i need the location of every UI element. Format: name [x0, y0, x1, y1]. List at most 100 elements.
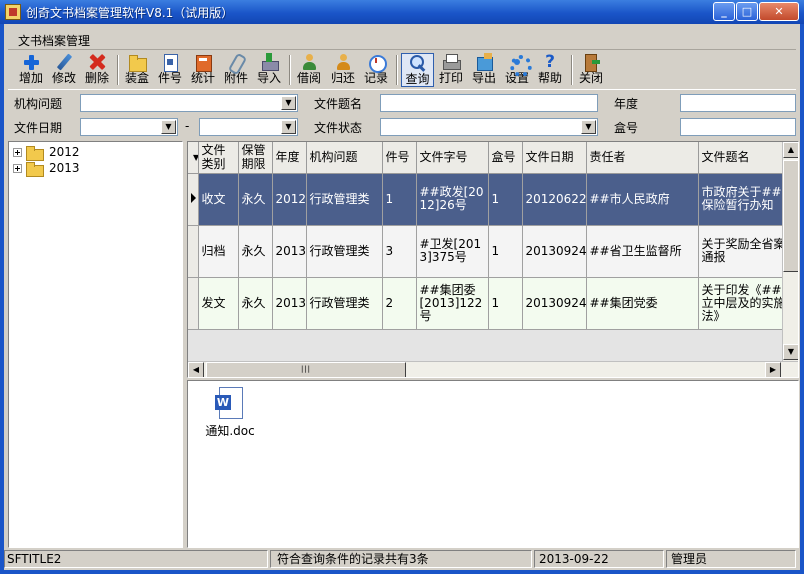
doc-title-input[interactable] [380, 94, 598, 112]
status-date: 2013-09-22 [534, 550, 664, 568]
column-header[interactable]: 文件类别 [198, 142, 239, 174]
title-bar[interactable]: 创奇文书档案管理软件V8.1（试用版） _ □ ✕ [0, 0, 804, 24]
toolbar-separator [571, 55, 573, 85]
expand-icon[interactable] [13, 164, 22, 173]
toolbar-separator [289, 55, 291, 85]
scroll-left-icon[interactable]: ◀ [188, 362, 204, 377]
stats-button[interactable]: 统计 [188, 53, 218, 87]
attachment-file-name: 通知.doc [205, 424, 255, 438]
vertical-scroll-thumb[interactable] [783, 160, 798, 272]
maximize-button[interactable]: □ [736, 2, 758, 21]
status-panel-name: SFTITLE2 [4, 550, 268, 568]
date-from-select[interactable]: ▼ [80, 118, 178, 136]
box-button[interactable]: 装盒 [122, 53, 152, 87]
cell-item: 1 [382, 173, 417, 226]
cell-year: 2013 [272, 225, 307, 278]
import-button[interactable]: 导入 [254, 53, 284, 87]
column-header[interactable]: 盒号 [488, 142, 523, 174]
item-number-button[interactable]: 件号 [155, 53, 185, 87]
attachment-button[interactable]: 附件 [221, 53, 251, 87]
menu-doc-archive[interactable]: 文书档案管理 [18, 32, 90, 49]
cell-category: 收文 [198, 173, 239, 226]
date-to-select[interactable]: ▼ [199, 118, 298, 136]
cell-box: 1 [488, 277, 523, 330]
clock-icon [367, 53, 387, 73]
column-header[interactable]: 文件字号 [416, 142, 489, 174]
org-issue-select[interactable]: ▼ [80, 94, 298, 112]
doc-status-select[interactable]: ▼ [380, 118, 598, 136]
query-button[interactable]: 查询 [401, 53, 434, 87]
cell-doc-no: ##政发[2012]26号 [416, 173, 489, 226]
doc-icon [161, 53, 179, 72]
attachment-file[interactable]: W 通知.doc [200, 387, 260, 439]
horizontal-scroll-thumb[interactable]: ||| [206, 362, 406, 377]
cell-responsible: ##省卫生监督所 [586, 225, 699, 278]
year-label: 年度 [614, 97, 639, 111]
tree-node-label: 2013 [49, 161, 80, 175]
chevron-down-icon[interactable]: ▼ [581, 120, 596, 134]
cell-org: 行政管理类 [306, 225, 383, 278]
folder-icon [26, 162, 44, 177]
print-button[interactable]: 打印 [436, 53, 466, 87]
export-button[interactable]: 导出 [469, 53, 499, 87]
table-row[interactable]: 收文 永久 2012 行政管理类 1 ##政发[2012]26号 1 20120… [188, 173, 798, 226]
cell-doc-no: #卫发[2013]375号 [416, 225, 489, 278]
chevron-down-icon[interactable]: ▼ [281, 120, 296, 134]
paperclip-icon [227, 53, 245, 71]
row-indicator [188, 277, 199, 330]
table-row[interactable]: 归档 永久 2013 行政管理类 3 #卫发[2013]375号 1 20130… [188, 225, 798, 278]
close-window-button[interactable]: ✕ [759, 2, 799, 21]
minimize-button[interactable]: _ [713, 2, 735, 21]
expand-icon[interactable] [13, 148, 22, 157]
column-header[interactable]: 件号 [382, 142, 417, 174]
plus-icon [22, 53, 40, 71]
column-header[interactable]: 责任者 [586, 142, 699, 174]
cell-date: 20130924 [522, 277, 587, 330]
add-button[interactable]: 增加 [16, 53, 46, 87]
cell-retention: 永久 [238, 277, 273, 330]
horizontal-scrollbar[interactable]: ◀ ||| ▶ [188, 361, 798, 377]
help-button[interactable]: ? 帮助 [535, 53, 565, 87]
scroll-right-icon[interactable]: ▶ [765, 362, 781, 377]
column-header[interactable]: 年度 [272, 142, 307, 174]
cell-org: 行政管理类 [306, 173, 383, 226]
export-label: 导出 [471, 71, 496, 85]
scroll-down-icon[interactable]: ▼ [783, 344, 798, 360]
menu-bar: 文书档案管理 [8, 30, 796, 50]
import-icon [260, 53, 279, 71]
add-label: 增加 [18, 71, 43, 85]
query-label: 查询 [405, 72, 430, 86]
delete-button[interactable]: 删除 [82, 53, 112, 87]
return-button[interactable]: 归还 [328, 53, 358, 87]
tree-node-label: 2012 [49, 145, 80, 159]
chevron-down-icon[interactable]: ▼ [281, 96, 296, 110]
table-row[interactable]: 发文 永久 2013 行政管理类 2 ##集团委[2013]122号 1 201… [188, 277, 798, 330]
delete-label: 删除 [84, 71, 109, 85]
close-button[interactable]: 关闭 [576, 53, 606, 87]
cell-item: 2 [382, 277, 417, 330]
gear-icon [508, 53, 532, 77]
edit-button[interactable]: 修改 [49, 53, 79, 87]
cell-date: 20130924 [522, 225, 587, 278]
folder-icon [128, 53, 147, 72]
column-header[interactable]: 保管期限 [238, 142, 273, 174]
cell-date: 20120622 [522, 173, 587, 226]
scroll-up-icon[interactable]: ▲ [783, 142, 798, 158]
box-no-input[interactable] [680, 118, 796, 136]
borrow-button[interactable]: 借阅 [294, 53, 324, 87]
cell-box: 1 [488, 173, 523, 226]
person-icon [334, 53, 352, 71]
records-grid: ▼ 文件类别 保管期限 年度 机构问题 件号 文件字号 盒号 文件日期 责任者 … [187, 141, 799, 378]
column-header[interactable]: 文件日期 [522, 142, 587, 174]
column-header[interactable]: 机构问题 [306, 142, 383, 174]
cell-category: 发文 [198, 277, 239, 330]
record-label: 记录 [363, 71, 388, 85]
cell-retention: 永久 [238, 225, 273, 278]
settings-button[interactable]: 设置 [502, 53, 532, 87]
year-input[interactable] [680, 94, 796, 112]
chevron-down-icon[interactable]: ▼ [161, 120, 176, 134]
vertical-scrollbar[interactable]: ▲ ▼ [782, 142, 798, 361]
record-button[interactable]: 记录 [361, 53, 391, 87]
filter-panel: 机构问题 ▼ 文件题名 年度 文件日期 ▼ - ▼ 文件状态 ▼ 盒号 [8, 89, 796, 141]
help-label: 帮助 [537, 71, 562, 85]
